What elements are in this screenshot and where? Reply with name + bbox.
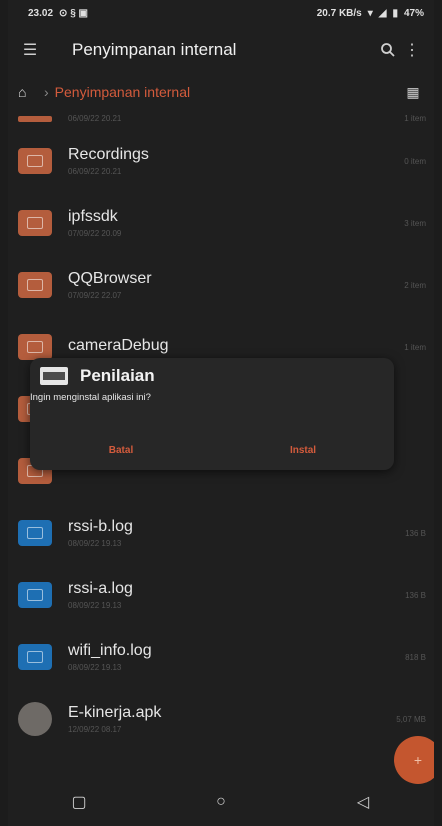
cancel-button[interactable]: Batal (30, 445, 212, 456)
notification-icons: ⊙ § ▣ (59, 7, 88, 19)
dialog-buttons: Batal Instal (30, 445, 394, 456)
chevron-right-icon: › (44, 84, 49, 100)
item-meta: 136 B (405, 528, 426, 538)
install-button[interactable]: Instal (212, 445, 394, 456)
page-title: Penyimpanan internal (72, 40, 237, 59)
list-item[interactable]: ipfssdk 07/09/22 20.09 3 item (8, 192, 434, 254)
app-icon (40, 367, 68, 385)
breadcrumb: ⌂ › Penyimpanan internal ▦ (8, 74, 434, 110)
menu-icon[interactable]: ☰ (18, 38, 42, 62)
file-icon (18, 520, 52, 546)
dialog-title: Penilaian (80, 366, 155, 385)
item-name: cameraDebug (68, 336, 169, 354)
folder-icon (18, 210, 52, 236)
search-icon[interactable] (376, 38, 400, 62)
folder-icon (18, 116, 52, 122)
home-icon[interactable]: ⌂ (18, 84, 38, 100)
breadcrumb-current[interactable]: Penyimpanan internal (55, 84, 402, 100)
item-name: QQBrowser (68, 270, 152, 287)
folder-icon (18, 272, 52, 298)
list-item[interactable]: rssi-a.log 08/09/22 19.13 136 B (8, 564, 434, 626)
back-icon[interactable]: ◁ (343, 792, 383, 812)
file-icon (18, 582, 52, 608)
list-item[interactable]: Recordings 06/09/22 20.21 0 item (8, 130, 434, 192)
file-icon (18, 644, 52, 670)
apk-icon (18, 702, 52, 736)
grid-view-icon[interactable]: ▦ (402, 84, 424, 101)
battery-level: 47% (403, 7, 424, 19)
list-item[interactable]: rssi-b.log 08/09/22 19.13 136 B (8, 502, 434, 564)
signal-icon: ◢ (378, 7, 387, 19)
item-meta: 3 item (404, 218, 426, 228)
item-name: E-kinerja.apk (68, 704, 162, 721)
item-meta: 136 B (405, 590, 426, 600)
item-name: Recordings (68, 146, 149, 163)
item-name: rssi-a.log (68, 580, 133, 597)
item-meta: 1 item (404, 342, 426, 352)
item-date: 08/09/22 19.13 (68, 663, 122, 672)
folder-icon (18, 148, 52, 174)
dialog-message: Ingin menginstal aplikasi ini? (30, 392, 151, 403)
item-date: 06/09/22 20.21 (68, 167, 122, 176)
more-vert-icon[interactable]: ⋮ (400, 38, 424, 62)
list-item[interactable]: wifi_info.log 08/09/22 19.13 818 B (8, 626, 434, 688)
item-name: ipfssdk (68, 208, 118, 225)
item-date: 07/09/22 22.07 (68, 291, 122, 300)
item-date: 12/09/22 08.17 (68, 725, 122, 734)
dialog-header: Penilaian (30, 358, 394, 386)
item-date: 07/09/22 20.09 (68, 229, 122, 238)
item-meta: 1 item (404, 114, 426, 123)
item-date: 08/09/22 19.13 (68, 539, 122, 548)
item-meta: 5,07 MB (396, 714, 426, 724)
item-name: rssi-b.log (68, 518, 133, 535)
status-bar: 23.02 ⊙ § ▣ 20.7 KB/s ▾ ◢ ▮ 47% (8, 0, 434, 26)
list-item[interactable]: E-kinerja.apk 12/09/22 08.17 5,07 MB (8, 688, 434, 750)
item-date: 06/09/22 20.21 (68, 114, 122, 123)
app-bar: ☰ Penyimpanan internal ⋮ (8, 26, 434, 74)
item-meta: 818 B (405, 652, 426, 662)
battery-icon: ▮ (392, 7, 398, 19)
list-item[interactable]: QQBrowser 07/09/22 22.07 2 item (8, 254, 434, 316)
item-meta: 0 item (404, 156, 426, 166)
item-meta: 2 item (404, 280, 426, 290)
recents-icon[interactable]: ▢ (59, 792, 99, 812)
add-fab-button[interactable]: + (394, 736, 434, 784)
item-date: 08/09/22 19.13 (68, 601, 122, 610)
item-name: wifi_info.log (68, 642, 152, 659)
install-dialog: Penilaian Ingin menginstal aplikasi ini?… (30, 358, 394, 470)
folder-icon (18, 334, 52, 360)
status-time: 23.02 (28, 7, 54, 19)
wifi-icon: ▾ (367, 7, 373, 19)
home-nav-icon[interactable]: ○ (201, 793, 241, 811)
net-speed: 20.7 KB/s (316, 7, 362, 19)
system-nav-bar: ▢ ○ ◁ (8, 778, 434, 826)
